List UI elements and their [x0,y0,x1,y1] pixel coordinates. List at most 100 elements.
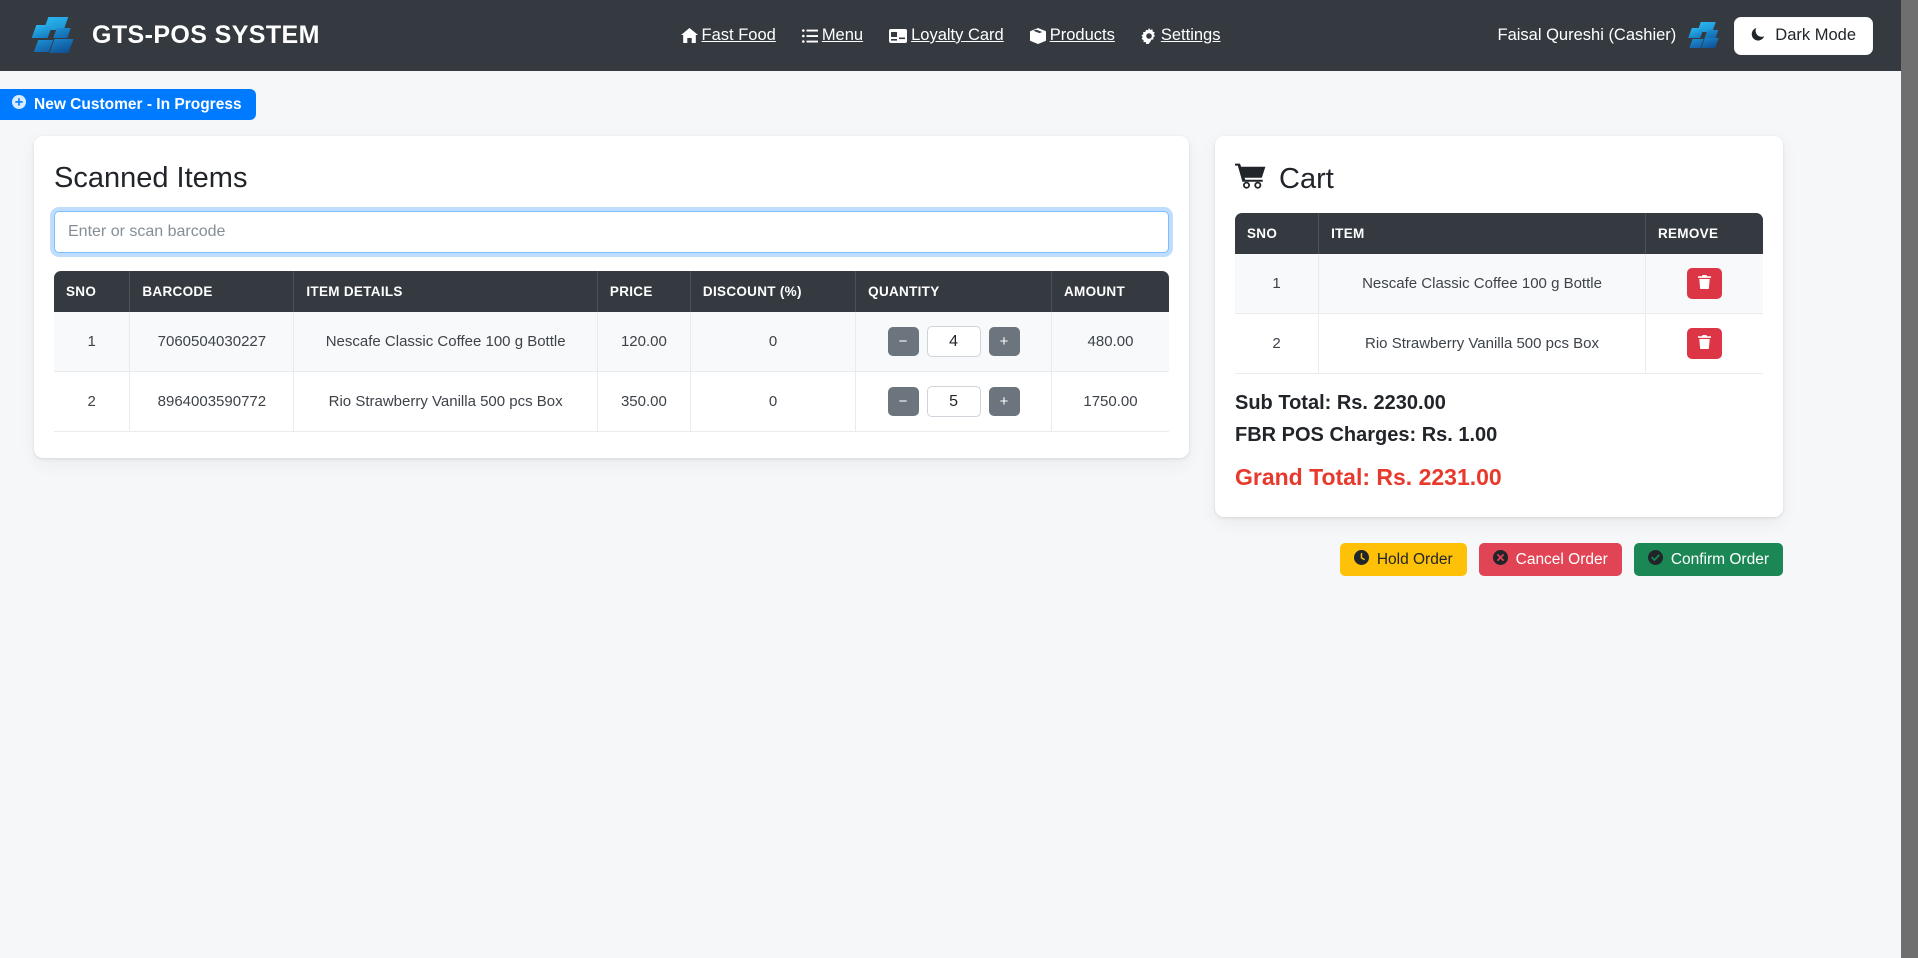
scanned-items-column: Scanned Items SNO BARCODE ITEM DETAILS P… [34,136,1189,458]
quantity-stepper: − + [868,326,1039,357]
nav-link-label: Loyalty Card [911,26,1004,44]
column-header-discount: DISCOUNT (%) [690,271,857,312]
column-header-sno: SNO [1235,213,1320,254]
confirm-order-button[interactable]: Confirm Order [1633,543,1783,576]
nav-link-label: Products [1049,26,1115,44]
cell-barcode: 8964003590772 [129,371,295,432]
quantity-input[interactable] [926,386,981,417]
remove-item-button[interactable] [1686,328,1722,359]
cell-barcode: 7060504030227 [129,312,295,372]
scrollbar-thumb[interactable] [1901,0,1918,958]
cell-price: 120.00 [597,312,691,372]
user-name: Faisal Qureshi (Cashier) [1497,26,1677,44]
nav-link-label: Settings [1160,26,1221,44]
brand[interactable]: GTS-POS SYSTEM [31,16,320,55]
table-row: 2 Rio Strawberry Vanilla 500 pcs Box [1235,313,1763,374]
quantity-increase-button[interactable]: + [988,387,1020,416]
nav-link-label: Menu [821,26,864,44]
nav-link-label: Fast Food [701,26,776,44]
plus-circle-icon [12,95,26,114]
quantity-decrease-button[interactable]: − [887,387,919,416]
cart-table: SNO ITEM REMOVE 1 Nescafe Classic Coffee… [1235,213,1763,374]
nav-links: Fast Food Menu Loyalty Card Products Set… [680,26,1221,45]
order-tabbar: New Customer - In Progress [0,71,1901,124]
top-navbar: GTS-POS SYSTEM Fast Food Menu Loyalty Ca… [0,0,1901,71]
cart-column: Cart SNO ITEM REMOVE 1 Nescafe Classic C… [1215,136,1783,576]
trash-icon [1697,335,1711,352]
box-icon [1029,27,1046,44]
home-icon [680,28,698,43]
scanned-items-table-head: SNO BARCODE ITEM DETAILS PRICE DISCOUNT … [54,271,1169,312]
table-header-row: SNO BARCODE ITEM DETAILS PRICE DISCOUNT … [54,271,1169,312]
main-content: Scanned Items SNO BARCODE ITEM DETAILS P… [0,124,1901,576]
cell-discount: 0 [690,371,857,432]
quantity-input[interactable] [926,326,981,357]
dark-mode-label: Dark Mode [1775,26,1856,44]
shopping-cart-icon [1235,162,1266,197]
quantity-stepper: − + [868,386,1039,417]
gts-logo-icon [31,16,74,55]
cart-totals: Sub Total: Rs. 2230.00 FBR POS Charges: … [1215,374,1783,517]
column-header-remove: REMOVE [1645,213,1763,254]
column-header-quantity: QUANTITY [855,271,1052,312]
hold-order-label: Hold Order [1376,550,1453,568]
fbr-pos-charges: FBR POS Charges: Rs. 1.00 [1235,424,1498,446]
cell-remove [1645,313,1763,374]
cart-title-wrap: Cart [1215,136,1783,213]
cell-item: Nescafe Classic Coffee 100 g Bottle [1318,254,1646,314]
page-scrollbar[interactable] [1901,0,1918,958]
dark-mode-button[interactable]: Dark Mode [1734,16,1873,55]
nav-link-products[interactable]: Products [1029,26,1115,45]
cancel-order-label: Cancel Order [1515,550,1608,568]
scanned-items-table: SNO BARCODE ITEM DETAILS PRICE DISCOUNT … [54,271,1169,432]
column-header-amount: AMOUNT [1051,271,1169,312]
cell-quantity: − + [855,312,1052,372]
cancel-order-button[interactable]: Cancel Order [1478,543,1622,576]
cell-price: 350.00 [597,371,691,432]
cell-quantity: − + [855,371,1052,432]
cell-item: Rio Strawberry Vanilla 500 pcs Box [293,371,598,432]
table-row: 1 Nescafe Classic Coffee 100 g Bottle [1235,254,1763,314]
order-tab-new-customer[interactable]: New Customer - In Progress [0,89,256,120]
cell-sno: 2 [1235,313,1320,374]
clock-icon [1353,549,1369,570]
check-circle-icon [1647,549,1663,570]
sub-total: Sub Total: Rs. 2230.00 [1235,392,1446,414]
table-row: 2 8964003590772 Rio Strawberry Vanilla 5… [54,371,1169,432]
column-header-item-details: ITEM DETAILS [293,271,598,312]
cell-amount: 1750.00 [1051,371,1169,432]
order-action-buttons: Hold Order Cancel Order Confirm Order [1215,517,1783,576]
quantity-increase-button[interactable]: + [988,327,1020,356]
gear-icon [1141,27,1157,44]
hold-order-button[interactable]: Hold Order [1339,543,1467,576]
cell-sno: 1 [1235,254,1320,314]
column-header-barcode: BARCODE [129,271,295,312]
cart-title: Cart [1279,163,1334,195]
nav-link-menu[interactable]: Menu [801,26,864,45]
column-header-item: ITEM [1318,213,1646,254]
nav-link-loyalty-card[interactable]: Loyalty Card [889,26,1004,45]
cart-table-head: SNO ITEM REMOVE [1235,213,1763,254]
barcode-input[interactable] [54,211,1169,253]
cell-sno: 2 [54,371,131,432]
order-tab-label: New Customer - In Progress [34,95,242,113]
scanned-items-table-body: 1 7060504030227 Nescafe Classic Coffee 1… [54,312,1169,432]
nav-link-settings[interactable]: Settings [1141,26,1221,45]
page-title: Scanned Items [54,162,248,194]
card-icon [889,28,908,43]
table-row: 1 7060504030227 Nescafe Classic Coffee 1… [54,312,1169,372]
column-header-price: PRICE [597,271,691,312]
cell-item: Nescafe Classic Coffee 100 g Bottle [293,312,598,372]
confirm-order-label: Confirm Order [1670,550,1769,568]
remove-item-button[interactable] [1686,268,1722,299]
cart-card: Cart SNO ITEM REMOVE 1 Nescafe Classic C… [1215,136,1783,517]
grand-total: Grand Total: Rs. 2231.00 [1235,464,1502,490]
cart-table-body: 1 Nescafe Classic Coffee 100 g Bottle 2 … [1235,254,1763,374]
cell-discount: 0 [690,312,857,372]
navbar-right: Faisal Qureshi (Cashier) Dark Mode [1497,16,1873,55]
quantity-decrease-button[interactable]: − [887,327,919,356]
x-circle-icon [1492,549,1508,570]
nav-link-fast-food[interactable]: Fast Food [680,26,776,45]
table-header-row: SNO ITEM REMOVE [1235,213,1763,254]
column-header-sno: SNO [54,271,131,312]
